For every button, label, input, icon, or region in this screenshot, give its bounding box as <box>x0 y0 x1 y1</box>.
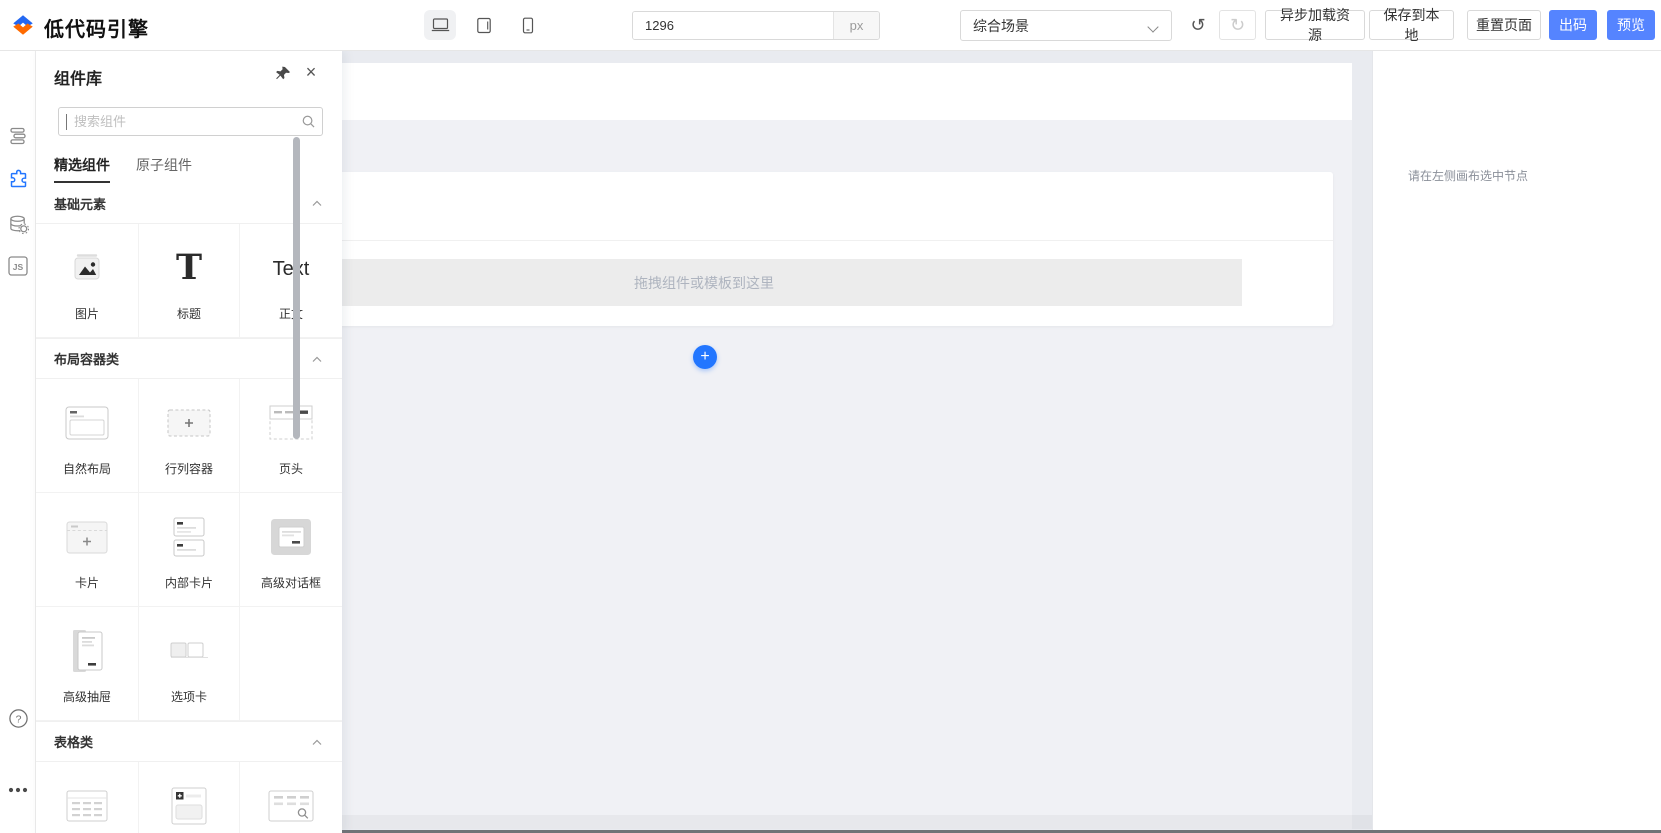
component-item[interactable]: Text正文 <box>240 224 342 337</box>
component-item[interactable]: 卡片 <box>36 493 139 606</box>
component-item[interactable]: 页头 <box>240 379 342 492</box>
tabcard-component-icon <box>165 621 213 681</box>
rowcol-component-icon <box>166 393 212 453</box>
add-block-button[interactable] <box>693 345 717 369</box>
component-item-label: 自然布局 <box>63 460 111 477</box>
logo-icon <box>10 12 36 43</box>
component-item-label: 卡片 <box>75 574 99 591</box>
component-item[interactable]: 高级对话框 <box>240 493 342 606</box>
component-item[interactable]: 查询表格 <box>240 762 342 833</box>
lowcode-engine-app: 低代码引擎 <box>0 0 1661 833</box>
device-switcher <box>424 10 544 40</box>
search-input[interactable] <box>67 114 294 129</box>
title-component-icon: T <box>166 238 212 298</box>
panel-title: 组件库 <box>54 65 102 89</box>
chevron-up-icon[interactable] <box>312 733 322 751</box>
js-icon[interactable]: JS <box>0 253 36 279</box>
drop-zone-hint: 拖拽组件或模板到这里 <box>634 273 774 293</box>
drawer-component-icon <box>64 621 110 681</box>
canvas-width-control: px <box>632 11 880 40</box>
svg-text:JS: JS <box>13 262 24 272</box>
component-item-label: 页头 <box>279 460 303 477</box>
chevron-down-icon <box>1149 21 1159 31</box>
section-header[interactable]: 表格类 <box>36 721 342 762</box>
component-item-label: 图片 <box>75 305 99 322</box>
component-item[interactable]: 内部卡片 <box>139 493 240 606</box>
tablet-icon <box>476 17 492 34</box>
component-search <box>58 107 323 136</box>
device-desktop-button[interactable] <box>424 10 456 40</box>
pageheader-component-icon <box>268 393 314 453</box>
datasource-icon[interactable] <box>0 211 36 237</box>
outline-tree-icon[interactable] <box>0 123 36 149</box>
canvas-width-input[interactable] <box>633 12 833 39</box>
component-item[interactable]: 操作表格 <box>139 762 240 833</box>
text-component-icon: Text <box>265 238 317 298</box>
component-item[interactable]: 选项卡 <box>139 607 240 720</box>
preview-button[interactable]: 预览 <box>1607 10 1655 40</box>
desktop-icon <box>431 17 450 33</box>
tab-atomic-components[interactable]: 原子组件 <box>136 148 192 181</box>
help-icon[interactable]: ? <box>0 705 36 731</box>
topbar: 低代码引擎 <box>0 0 1661 51</box>
component-item-label: 高级抽屉 <box>63 688 111 705</box>
dialog-component-icon <box>267 507 315 567</box>
app-title: 低代码引擎 <box>44 13 149 42</box>
innercard-component-icon <box>166 507 212 567</box>
component-item-label: 内部卡片 <box>165 574 213 591</box>
save-local-button[interactable]: 保存到本地 <box>1369 10 1454 40</box>
component-grid-row: 基础表格 操作表格 查询表格 <box>36 762 342 833</box>
component-item[interactable]: 图片 <box>36 224 139 337</box>
component-item[interactable]: 基础表格 <box>36 762 139 833</box>
table-add-component-icon <box>166 776 212 833</box>
component-item[interactable]: 高级抽屉 <box>36 607 139 720</box>
settings-empty-hint: 请在左侧画布选中节点 <box>1373 167 1661 184</box>
component-item-label: 高级对话框 <box>261 574 321 591</box>
component-item-label: 行列容器 <box>165 460 213 477</box>
table-search-component-icon <box>267 776 315 833</box>
table-basic-component-icon <box>64 776 110 833</box>
redo-button[interactable] <box>1219 10 1256 40</box>
more-icon[interactable] <box>0 777 36 803</box>
reset-page-button[interactable]: 重置页面 <box>1467 10 1541 40</box>
empty-grid-cell <box>240 607 342 720</box>
svg-text:?: ? <box>15 713 21 725</box>
section-title: 基础元素 <box>54 194 312 213</box>
pin-icon[interactable] <box>273 63 293 83</box>
component-item-label: 选项卡 <box>171 688 207 705</box>
component-item[interactable]: 行列容器 <box>139 379 240 492</box>
device-mobile-button[interactable] <box>512 10 544 40</box>
components-icon[interactable] <box>0 166 36 192</box>
left-rail: JS ? En <box>0 51 36 833</box>
async-load-resource-button[interactable]: 异步加载资源 <box>1265 10 1365 40</box>
component-item[interactable]: 自然布局 <box>36 379 139 492</box>
chevron-up-icon[interactable] <box>312 194 322 212</box>
canvas-width-unit: px <box>833 12 879 39</box>
scenario-select-value: 综合场景 <box>973 16 1149 36</box>
component-item-label: 标题 <box>177 305 201 322</box>
chevron-up-icon[interactable] <box>312 350 322 368</box>
card-component-icon <box>64 507 110 567</box>
scenario-select[interactable]: 综合场景 <box>960 10 1172 41</box>
component-item[interactable]: T 标题 <box>139 224 240 337</box>
logo: 低代码引擎 <box>10 12 149 43</box>
image-component-icon <box>64 238 110 298</box>
generate-code-button[interactable]: 出码 <box>1549 10 1597 40</box>
settings-panel: 请在左侧画布选中节点 <box>1372 51 1661 833</box>
search-icon <box>294 114 322 129</box>
section-title: 布局容器类 <box>54 349 312 368</box>
component-grid-row: 卡片 内部卡片 高级对话框 <box>36 493 342 607</box>
natural-layout-component-icon <box>64 393 110 453</box>
tab-featured-components[interactable]: 精选组件 <box>54 148 110 181</box>
section-title: 表格类 <box>54 732 312 751</box>
svg-text:Text: Text <box>273 258 310 280</box>
mobile-icon <box>522 17 534 34</box>
undo-button[interactable] <box>1184 10 1212 40</box>
component-grid-row: 高级抽屉 选项卡 <box>36 607 342 721</box>
device-tablet-button[interactable] <box>468 10 500 40</box>
svg-text:T: T <box>176 247 202 288</box>
panel-scrollbar-thumb[interactable] <box>293 137 300 439</box>
close-icon[interactable]: × <box>300 61 322 83</box>
